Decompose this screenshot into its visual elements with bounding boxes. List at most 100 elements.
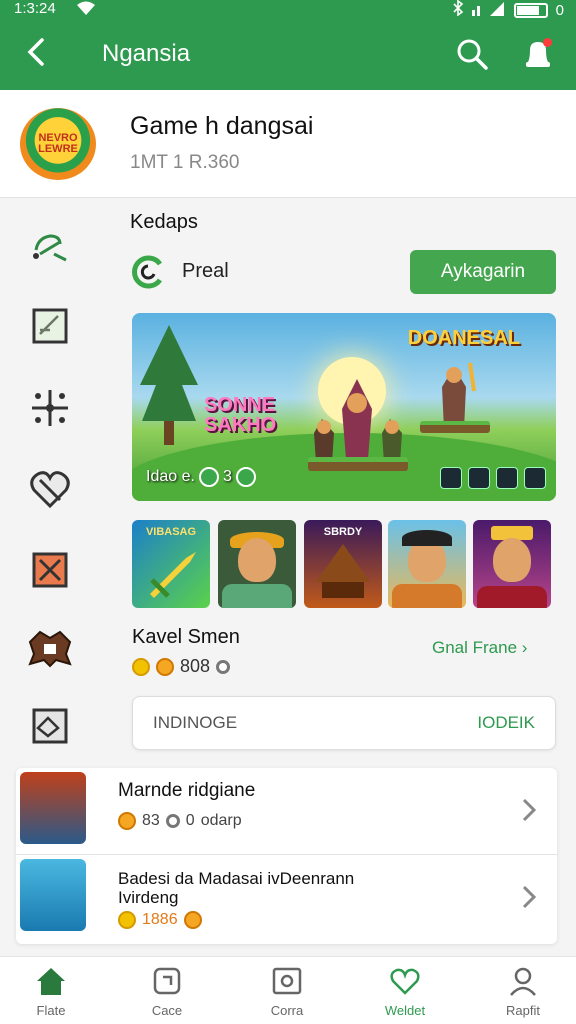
home-icon (37, 968, 65, 995)
kavel-title: Kavel Smen (132, 626, 240, 648)
coin-icon (183, 911, 202, 929)
loading-icon (130, 254, 166, 290)
thumbnail[interactable]: SBRDY (304, 520, 382, 608)
game-subtitle: 1MT 1 R.360 (130, 152, 240, 173)
chevron-right-icon: › (521, 638, 528, 657)
game-card-icon (153, 967, 181, 995)
kavel-meta: 808 (132, 656, 231, 677)
chevron-right-icon (522, 798, 537, 822)
back-button[interactable] (22, 36, 54, 68)
thumbnail-caption: SBRDY (323, 526, 363, 538)
rail-map-icon[interactable] (26, 702, 74, 750)
featured-banner[interactable]: DOANESAL SONNE SAKHO Idao e. 3 (132, 313, 556, 501)
side-rail (0, 198, 104, 758)
battery-icon (513, 2, 548, 18)
game-logo-text: NEVRO LEWRE (38, 132, 78, 155)
chevron-right-icon (522, 885, 537, 909)
photo-icon (272, 967, 302, 995)
game-list: Marnde ridgiane 83 0 odarp Badesi da Mad… (16, 768, 557, 944)
banner-caption-text: Idao e. (146, 468, 195, 485)
nav-item-profile[interactable]: Rapfit (478, 965, 568, 1023)
input-card[interactable]: INDINOGE IODEIK (132, 696, 556, 750)
rail-network-icon[interactable] (26, 384, 74, 432)
rail-edit-icon[interactable] (26, 302, 74, 350)
banner-ctrl-button[interactable] (524, 467, 546, 489)
list-item-title: Badesi da Madasai ivDeenrann Ivirdeng (118, 869, 355, 907)
coin-icon (156, 657, 174, 676)
banner-tree (140, 325, 198, 445)
banner-chip-icon (198, 467, 219, 487)
list-item-title: Marnde ridgiane (118, 780, 256, 801)
circle-icon (165, 814, 180, 828)
banner-caption: Idao e. 3 (146, 467, 256, 487)
banner-controls (440, 467, 546, 489)
banner-ctrl-button[interactable] (468, 467, 490, 489)
rail-cut-icon[interactable] (26, 546, 74, 594)
preal-row: Preal Aykagarin (130, 250, 560, 294)
signal-icon (471, 0, 506, 20)
list-item-meta: 1886 (118, 911, 202, 929)
kavel-meta-value: 808 (180, 656, 211, 676)
coin-icon (118, 812, 136, 830)
see-all-label: Gnal Frane (432, 638, 518, 657)
coin-icon (118, 911, 136, 929)
heart-icon (390, 968, 420, 995)
thumbnail[interactable] (388, 520, 466, 608)
nav-label: Flate (36, 1003, 66, 1018)
battery-label: 0 (555, 1, 564, 19)
thumbnail-row: VIBASAG SBRDY (132, 520, 556, 608)
section-title: Kedaps (130, 211, 198, 233)
coin-icon (132, 657, 150, 676)
status-time: 1:3:24 (14, 0, 56, 17)
battery-level (516, 5, 540, 15)
rail-favorite-icon[interactable] (26, 464, 74, 512)
banner-ctrl-button[interactable] (496, 467, 518, 489)
list-thumbnail (20, 859, 86, 931)
nav-label: Weldet (384, 1003, 426, 1018)
chevron-left-icon (27, 38, 44, 66)
bluetooth-icon (452, 0, 464, 20)
banner-title: DOANESAL (407, 327, 520, 349)
profile-icon (510, 967, 536, 996)
sword-icon (150, 552, 196, 598)
preal-label: Preal (182, 260, 229, 282)
bottom-navigation: Flate Cace Corra Weldet Rapfit (0, 956, 576, 1024)
rail-badge-icon[interactable] (26, 624, 74, 672)
input-action-button[interactable]: IODEIK (477, 713, 535, 733)
primary-action-button[interactable]: Aykagarin (410, 250, 556, 294)
game-logo: NEVRO LEWRE (20, 108, 96, 180)
game-title: Game h dangsai (130, 112, 314, 140)
rail-link-icon[interactable] (26, 220, 74, 268)
banner-characters (314, 379, 402, 463)
nav-item-corra[interactable]: Corra (242, 965, 332, 1023)
banner-platform (308, 457, 408, 471)
banner-platform-2 (420, 421, 490, 433)
nav-item-weldet[interactable]: Weldet (360, 965, 450, 1023)
thumbnail-face (238, 538, 276, 582)
banner-ctrl-button[interactable] (440, 467, 462, 489)
status-right: 0 (452, 0, 564, 20)
temple-icon (316, 544, 370, 598)
nav-item-cace[interactable]: Cace (122, 965, 212, 1023)
notification-button[interactable] (518, 32, 558, 74)
nav-label: Cace (151, 1003, 183, 1018)
circle-icon (216, 659, 231, 674)
see-all-link[interactable]: Gnal Frane › (432, 638, 527, 658)
nav-item-home[interactable]: Flate (6, 965, 96, 1023)
banner-count: 3 (222, 468, 232, 485)
banner-subtitle: SONNE SAKHO (204, 394, 277, 436)
thumbnail[interactable] (473, 520, 551, 608)
thumbnail[interactable]: VIBASAG (132, 520, 210, 608)
thumbnail[interactable] (218, 520, 296, 608)
search-button[interactable] (452, 34, 492, 74)
list-item[interactable]: Marnde ridgiane 83 0 odarp (16, 768, 557, 854)
wifi-icon (76, 0, 96, 19)
search-icon (457, 39, 488, 70)
list-item-meta-1: 1886 (142, 911, 178, 928)
app-bar: Ngansia (0, 24, 576, 86)
list-item-meta-2: 0 (185, 812, 195, 829)
list-item[interactable]: Badesi da Madasai ivDeenrann Ivirdeng 18… (16, 854, 557, 940)
input-field-label[interactable]: INDINOGE (153, 713, 237, 733)
thumbnail-face (493, 538, 531, 582)
top-bar: 1:3:24 0 Ngansia (0, 0, 576, 90)
